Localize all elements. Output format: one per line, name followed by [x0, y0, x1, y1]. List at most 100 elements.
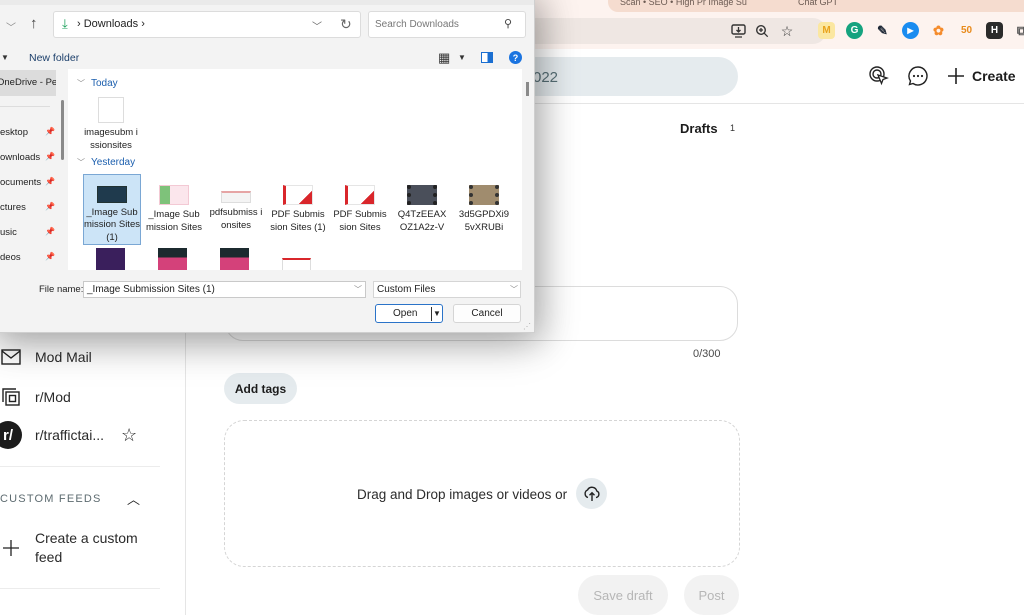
file-item-selected[interactable]: _Image Submission Sites (1) [83, 174, 141, 245]
image-thumbnail [97, 186, 127, 203]
ext-fox-icon[interactable]: ✿ [930, 22, 947, 39]
file-name: pdfsubmiss ionsites [209, 207, 263, 231]
view-options-icon[interactable]: ▦ [438, 50, 450, 66]
document-thumbnail [221, 191, 251, 203]
file-name: PDF Submission Sites [333, 209, 387, 233]
advertise-icon[interactable] [867, 64, 891, 88]
file-list-pane[interactable]: ﹀ Today imagesubm issionsites ﹀ Yesterda… [68, 69, 522, 270]
address-dropdown-icon[interactable]: ﹀ [312, 18, 322, 33]
chat-icon[interactable] [906, 64, 930, 88]
sidebar-item-subreddit[interactable]: r/ r/traffictai... ☆ [0, 421, 137, 449]
browser-tab[interactable]: Chat GPT [798, 0, 908, 8]
favorite-star-icon[interactable]: ☆ [121, 425, 137, 446]
file-item[interactable]: 3d5GPDXi9 5vXRUBi [455, 174, 513, 234]
refresh-icon[interactable]: ↻ [340, 16, 352, 33]
ext-50-icon[interactable]: 50 [958, 22, 975, 39]
drafts-link[interactable]: Drafts [680, 121, 718, 136]
image-thumbnail[interactable] [282, 258, 311, 270]
reddit-search-input[interactable] [530, 57, 738, 96]
file-item[interactable]: imagesubm issionsites [82, 89, 140, 152]
search-icon[interactable]: ⚲ [504, 17, 512, 30]
file-item[interactable]: _Image Submission Sites [145, 174, 203, 234]
resize-grip-icon[interactable]: ⋰ [523, 322, 531, 331]
upload-cloud-icon [583, 486, 600, 501]
nav-item-videos[interactable]: deos 📌 [0, 252, 55, 263]
nav-item-label: ctures [0, 202, 26, 213]
file-name: Q4TzEEAX OZ1A2z-V [397, 209, 447, 233]
group-header-yesterday[interactable]: ﹀ Yesterday [77, 157, 135, 168]
zoom-icon[interactable] [752, 21, 772, 41]
file-item[interactable]: pdfsubmiss ionsites [207, 174, 265, 232]
file-item[interactable]: Q4TzEEAX OZ1A2z-V [393, 174, 451, 234]
ext-h-icon[interactable]: H [986, 22, 1003, 39]
image-thumbnail[interactable] [158, 248, 187, 270]
pin-icon: 📌 [45, 152, 55, 161]
nav-item-documents[interactable]: ocuments 📌 [0, 177, 55, 188]
nav-item-music[interactable]: usic 📌 [0, 227, 55, 238]
nav-item-onedrive[interactable]: OneDrive - Perso [0, 70, 56, 96]
group-label: Today [91, 78, 118, 89]
file-pane-scrollbar[interactable] [526, 82, 529, 96]
file-name: imagesubm issionsites [84, 127, 138, 151]
new-folder-button[interactable]: New folder [29, 52, 79, 64]
bookmark-star-icon[interactable]: ☆ [777, 21, 797, 41]
up-folder-arrow-icon[interactable]: ↑ [30, 15, 38, 32]
file-name-dropdown-icon[interactable]: ﹀ [354, 284, 362, 295]
add-tags-button[interactable]: Add tags [224, 373, 297, 404]
upload-button[interactable] [576, 478, 607, 509]
nav-item-downloads[interactable]: ownloads 📌 [0, 152, 55, 163]
file-name-input[interactable]: _Image Submission Sites (1) [83, 281, 366, 298]
nav-pane-scrollbar[interactable] [61, 100, 64, 160]
file-item[interactable]: PDF Submission Sites (1) [269, 174, 327, 234]
image-thumbnail [283, 185, 313, 205]
save-draft-button[interactable]: Save draft [578, 575, 668, 615]
breadcrumb[interactable]: › Downloads › [77, 18, 145, 30]
sidebar-item-mod-mail[interactable]: Mod Mail [0, 346, 92, 368]
nav-item-label: usic [0, 227, 17, 238]
sidebar-item-label: Mod Mail [35, 349, 92, 365]
sidebar-divider-line [0, 466, 160, 467]
preview-pane-icon[interactable] [481, 52, 493, 63]
organize-dropdown-icon[interactable]: ▼ [1, 53, 9, 62]
ext-grammarly-icon[interactable]: G [846, 22, 863, 39]
ext-eyedropper-icon[interactable]: ✎ [874, 22, 891, 39]
pin-icon: 📌 [45, 252, 55, 261]
open-options-dropdown-icon[interactable]: ▼ [433, 309, 441, 318]
cancel-button[interactable]: Cancel [453, 304, 521, 323]
plus-icon [0, 537, 22, 559]
image-thumbnail [159, 185, 189, 205]
open-button[interactable]: Open ▼ [375, 304, 443, 323]
sidebar-divider-line [0, 588, 160, 589]
nav-item-desktop[interactable]: esktop 📌 [0, 127, 55, 138]
extensions-puzzle-icon[interactable]: ⧉ [1013, 22, 1024, 39]
custom-feeds-heading: CUSTOM FEEDS [0, 493, 102, 505]
create-button[interactable]: Create [946, 64, 1016, 88]
post-button[interactable]: Post [684, 575, 739, 615]
view-dropdown-icon[interactable]: ▼ [458, 53, 466, 62]
nav-item-pictures[interactable]: ctures 📌 [0, 202, 55, 213]
recent-locations-chevron-icon[interactable]: ﹀ [6, 19, 16, 34]
collapse-chevron-icon[interactable]: ︿ [127, 489, 140, 508]
image-thumbnail[interactable] [220, 248, 249, 270]
downloads-icon: ⤓ [62, 16, 68, 31]
browser-tabs[interactable]: Scan • SEO • High Pr Image Su Chat GPT [608, 0, 1024, 12]
file-type-select[interactable]: Custom Files [373, 281, 521, 298]
file-name: 3d5GPDXi9 5vXRUBi [458, 209, 510, 233]
nav-item-label: esktop [0, 127, 28, 138]
dialog-title-bar[interactable] [0, 0, 534, 5]
install-app-icon[interactable] [729, 21, 749, 41]
browser-tab[interactable]: Scan • SEO • High Pr Image Su [620, 0, 770, 8]
group-header-today[interactable]: ﹀ Today [77, 78, 118, 89]
plus-icon [948, 68, 964, 84]
ext-send-icon[interactable]: ▶ [902, 22, 919, 39]
breadcrumb-downloads[interactable]: Downloads [84, 18, 138, 30]
mail-icon [0, 346, 22, 368]
sidebar-item-r-mod[interactable]: r/Mod [0, 386, 71, 408]
pin-icon: 📌 [45, 202, 55, 211]
image-thumbnail[interactable] [96, 248, 125, 270]
help-icon[interactable]: ? [509, 51, 522, 64]
create-custom-feed-button[interactable]: Create a custom feed [0, 529, 145, 567]
file-type-dropdown-icon[interactable]: ﹀ [510, 284, 518, 295]
file-item[interactable]: PDF Submission Sites [331, 174, 389, 234]
ext-m-icon[interactable]: M [818, 22, 835, 39]
